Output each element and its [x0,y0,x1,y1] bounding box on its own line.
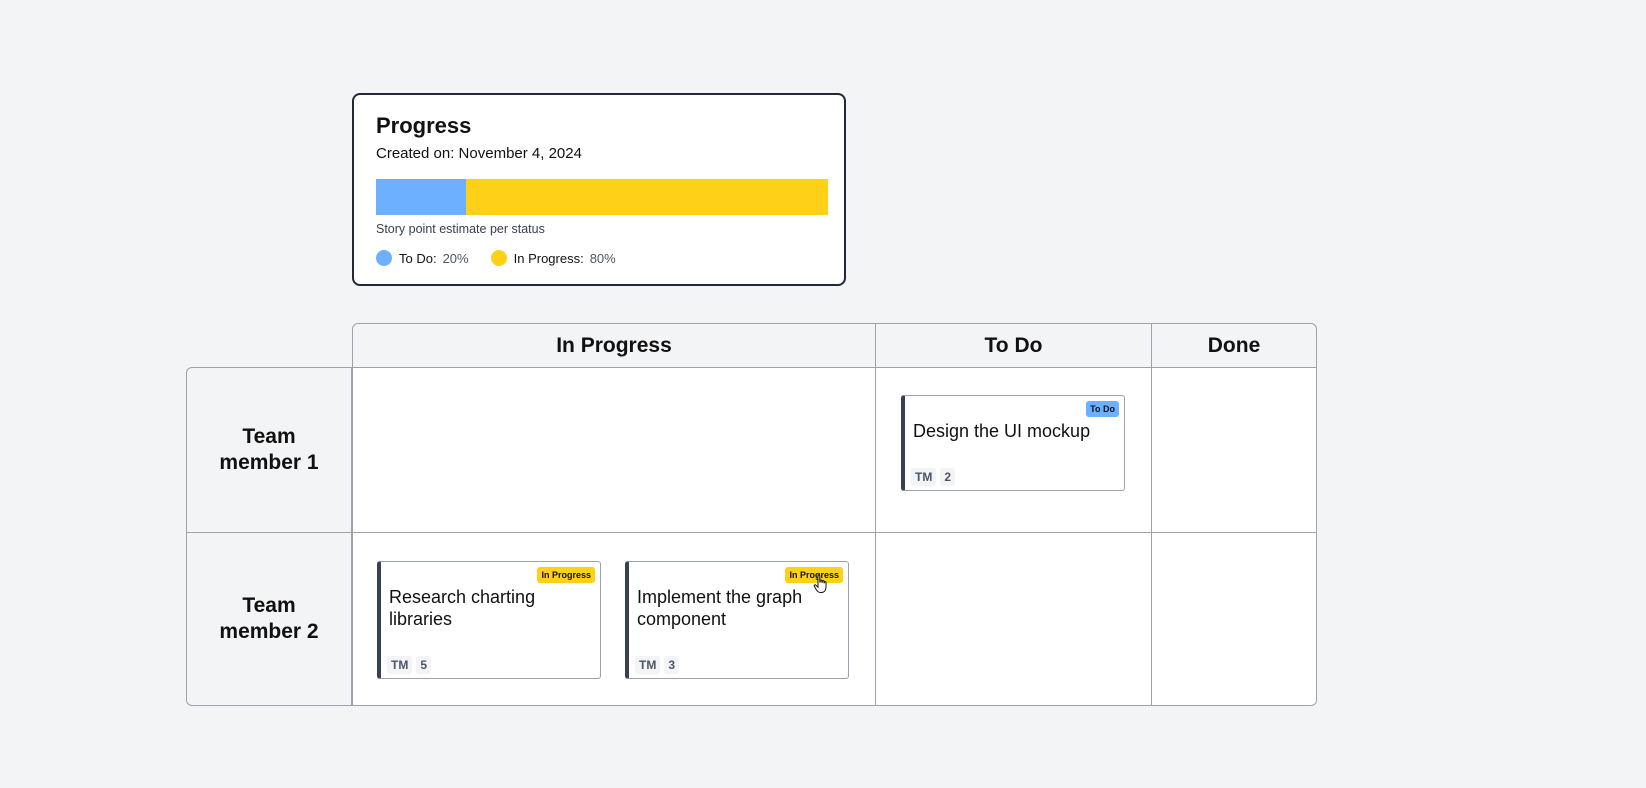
task-title: Research charting libraries [389,587,536,629]
legend-dot-todo-icon [376,250,392,266]
progress-bar [376,179,828,215]
story-points-chip: 2 [940,468,956,486]
progress-segment-todo [376,179,467,215]
legend-item-todo: To Do: 20% [376,250,469,266]
status-badge: To Do [1086,401,1119,417]
board: In Progress To Do Done Team member 1 Tea… [186,323,1317,706]
assignee-chip: TM [911,468,937,486]
page: Progress Created on: November 4, 2024 St… [0,0,1646,788]
task-card[interactable]: In Progress Research charting libraries … [377,561,601,679]
card-footer: TM 2 [911,468,959,486]
task-title: Implement the graph component [637,587,803,629]
cell-tm2-to-do[interactable] [875,532,1152,706]
cell-tm1-in-progress[interactable] [352,367,876,533]
column-header-done: Done [1151,323,1317,368]
assignee-chip: TM [387,656,413,674]
task-title: Design the UI mockup [913,421,1091,441]
card-footer: TM 3 [635,656,683,674]
legend-percent: 80% [589,250,616,266]
progress-caption: Story point estimate per status [376,222,545,236]
column-header-to-do: To Do [875,323,1152,368]
card-footer: TM 5 [387,656,435,674]
progress-card: Progress Created on: November 4, 2024 St… [352,93,846,286]
progress-segment-in-progress [466,179,828,215]
column-header-in-progress: In Progress [352,323,876,368]
cell-tm2-done[interactable] [1151,532,1317,706]
legend-label: In Progress: [513,250,584,266]
hand-cursor-icon [813,574,827,593]
legend-label: To Do: [399,250,437,266]
legend-item-in-progress: In Progress: 80% [490,250,616,266]
progress-legend: To Do: 20% In Progress: 80% [376,250,822,266]
row-header-team-member-2: Team member 2 [186,532,352,706]
task-card[interactable]: To Do Design the UI mockup TM 2 [901,395,1125,491]
row-header-team-member-1: Team member 1 [186,367,352,533]
legend-dot-in-progress-icon [490,250,507,266]
created-date: Created on: November 4, 2024 [376,145,582,162]
cell-tm1-done[interactable] [1151,367,1317,533]
story-points-chip: 3 [664,656,680,674]
progress-title: Progress [376,113,472,138]
assignee-chip: TM [635,656,661,674]
story-points-chip: 5 [416,656,432,674]
legend-percent: 20% [442,250,469,266]
status-badge: In Progress [537,567,595,583]
